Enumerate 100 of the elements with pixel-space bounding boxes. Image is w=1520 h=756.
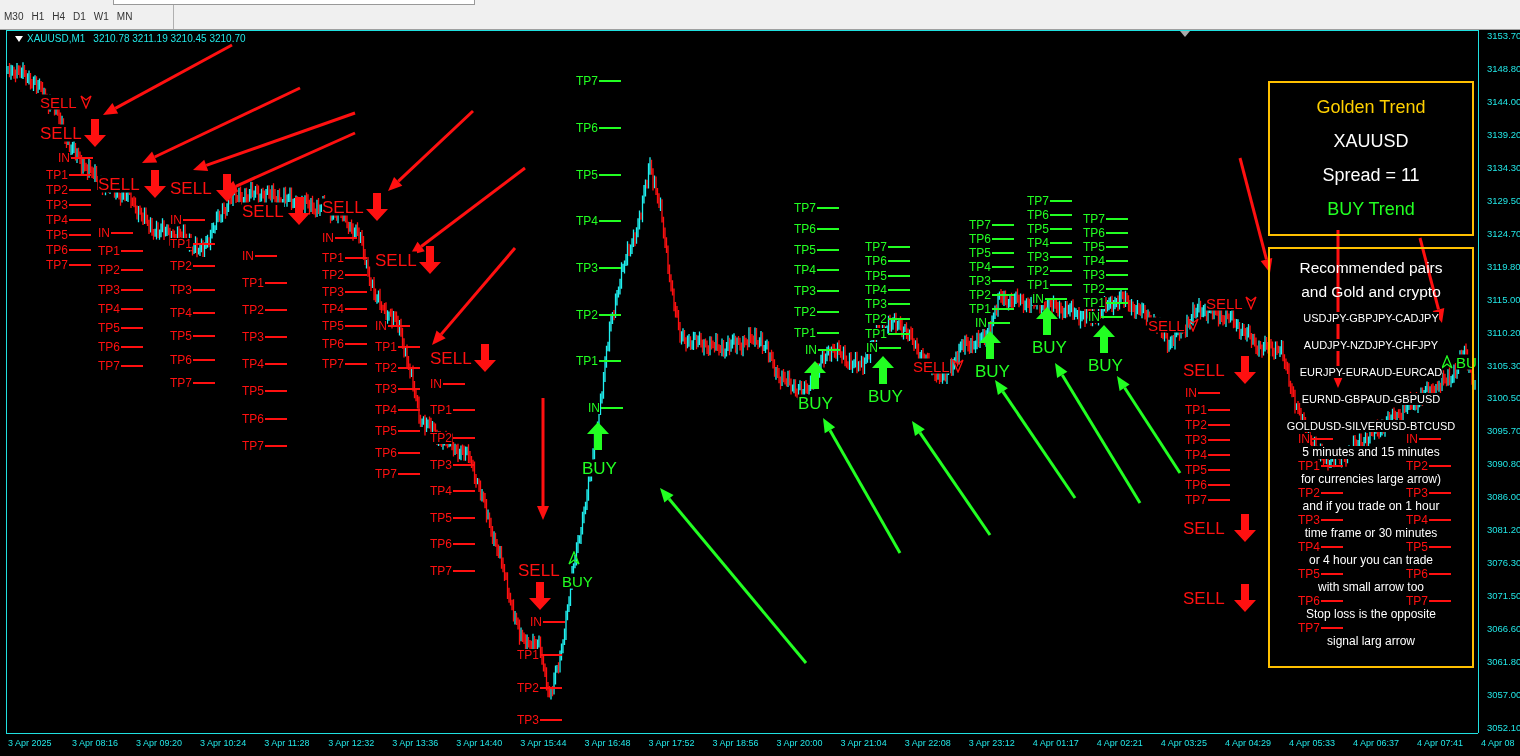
sell-signal-label: SELL xyxy=(1183,589,1225,607)
take-profit-label: TP5 xyxy=(1083,241,1105,253)
entry-label: IN xyxy=(805,344,817,356)
time-tick-label: 4 Apr 05:33 xyxy=(1288,739,1335,748)
take-profit-label: TP4 xyxy=(170,307,192,319)
take-profit-label: TP1 xyxy=(46,169,68,181)
entry-label: IN xyxy=(98,227,110,239)
take-profit-label: TP7 xyxy=(1083,213,1105,225)
dropdown-icon[interactable] xyxy=(15,36,23,42)
down-arrow-icon xyxy=(952,359,964,373)
instruction-text: 5 minutes and 15 minutes xyxy=(1302,446,1440,459)
take-profit-label: TP1 xyxy=(1083,297,1105,309)
take-profit-label: TP1 xyxy=(375,341,397,353)
take-profit-label: TP7 xyxy=(969,219,991,231)
take-profit-label: TP6 xyxy=(170,354,192,366)
take-profit-label: TP5 xyxy=(170,330,192,342)
take-profit-label: TP6 xyxy=(98,341,120,353)
take-profit-label: TP2 xyxy=(1298,487,1320,499)
sell-signal-label: SELL xyxy=(1183,361,1225,379)
timeframe-button[interactable]: M30 xyxy=(0,10,28,24)
down-arrow-icon xyxy=(80,95,92,109)
time-tick-label: 4 Apr 06:37 xyxy=(1353,739,1400,748)
entry-label: IN xyxy=(1032,293,1044,305)
take-profit-label: TP3 xyxy=(1406,487,1428,499)
take-profit-label: TP4 xyxy=(98,303,120,315)
take-profit-label: TP7 xyxy=(865,241,887,253)
take-profit-label: TP4 xyxy=(576,215,598,227)
instruction-text: signal larg arrow xyxy=(1326,635,1415,648)
currency-pairs-text: GOLDUSD-SILVERUSD-BTCUSD xyxy=(1286,419,1456,432)
take-profit-label: TP1 xyxy=(794,327,816,339)
sell-signal-label: SELL xyxy=(40,124,82,142)
price-tick-label: 3119.80 xyxy=(1487,261,1520,272)
time-tick-label: 3 Apr 17:52 xyxy=(648,739,695,748)
take-profit-label: TP2 xyxy=(1027,265,1049,277)
down-arrow-icon xyxy=(288,197,310,225)
take-profit-label: TP5 xyxy=(1027,223,1049,235)
instruction-text: and if you trade on 1 hour xyxy=(1302,500,1440,513)
take-profit-label: TP6 xyxy=(430,538,452,550)
take-profit-label: TP5 xyxy=(46,229,68,241)
take-profit-label: TP6 xyxy=(1185,479,1207,491)
take-profit-label: TP7 xyxy=(1185,494,1207,506)
sell-signal-label: SELL xyxy=(40,94,77,110)
take-profit-label: TP6 xyxy=(794,223,816,235)
down-arrow-icon xyxy=(1245,296,1257,310)
take-profit-label: TP1 xyxy=(430,404,452,416)
take-profit-label: TP6 xyxy=(969,233,991,245)
take-profit-label: TP7 xyxy=(1298,622,1320,634)
take-profit-label: TP1 xyxy=(322,252,344,264)
time-tick-label: 3 Apr 2025 xyxy=(8,739,52,748)
take-profit-label: TP4 xyxy=(794,264,816,276)
take-profit-label: TP3 xyxy=(517,714,539,726)
take-profit-label: TP5 xyxy=(98,322,120,334)
take-profit-label: TP2 xyxy=(375,362,397,374)
down-arrow-icon xyxy=(474,344,496,372)
entry-label: IN xyxy=(375,320,387,332)
time-tick-label: 3 Apr 13:36 xyxy=(392,739,439,748)
time-tick-label: 3 Apr 21:04 xyxy=(840,739,887,748)
take-profit-label: TP2 xyxy=(517,682,539,694)
take-profit-label: TP4 xyxy=(1185,449,1207,461)
up-arrow-icon xyxy=(1036,307,1058,335)
take-profit-label: TP1 xyxy=(1027,279,1049,291)
up-arrow-icon xyxy=(1093,325,1115,353)
entry-label: IN xyxy=(530,616,542,628)
timeframe-button[interactable]: W1 xyxy=(89,10,113,24)
down-arrow-icon xyxy=(144,170,166,198)
take-profit-label: TP4 xyxy=(969,261,991,273)
take-profit-label: TP3 xyxy=(98,284,120,296)
take-profit-label: TP5 xyxy=(430,512,452,524)
take-profit-label: TP1 xyxy=(865,328,887,340)
take-profit-label: TP2 xyxy=(865,313,887,325)
take-profit-label: TP7 xyxy=(322,358,344,370)
entry-label: IN xyxy=(1088,311,1100,323)
take-profit-label: TP7 xyxy=(46,259,68,271)
take-profit-label: TP5 xyxy=(865,270,887,282)
entry-label: IN xyxy=(866,342,878,354)
take-profit-label: TP4 xyxy=(430,485,452,497)
down-arrow-icon xyxy=(84,119,106,147)
timeframe-button[interactable]: MN xyxy=(112,10,137,24)
time-tick-label: 3 Apr 11:28 xyxy=(264,739,310,748)
take-profit-label: TP4 xyxy=(865,284,887,296)
time-tick-label: 3 Apr 14:40 xyxy=(456,739,503,748)
take-profit-label: TP2 xyxy=(1083,283,1105,295)
entry-label: IN xyxy=(975,317,987,329)
entry-label: IN xyxy=(58,152,70,164)
take-profit-label: TP6 xyxy=(1027,209,1049,221)
buy-signal-label: BUY xyxy=(562,573,593,589)
take-profit-label: TP3 xyxy=(375,383,397,395)
take-profit-label: TP1 xyxy=(242,277,264,289)
timeframe-button[interactable]: H4 xyxy=(48,10,70,24)
take-profit-label: TP6 xyxy=(1406,568,1428,580)
entry-label: IN xyxy=(430,378,442,390)
up-arrow-icon xyxy=(804,361,826,389)
timeframe-button[interactable]: H1 xyxy=(27,10,49,24)
take-profit-label: TP1 xyxy=(98,245,120,257)
take-profit-label: TP5 xyxy=(1406,541,1428,553)
take-profit-label: TP7 xyxy=(794,202,816,214)
time-tick-label: 3 Apr 20:00 xyxy=(776,739,823,748)
time-tick-label: 3 Apr 12:32 xyxy=(328,739,375,748)
timeframe-button[interactable]: D1 xyxy=(69,10,90,24)
take-profit-label: TP7 xyxy=(576,75,598,87)
